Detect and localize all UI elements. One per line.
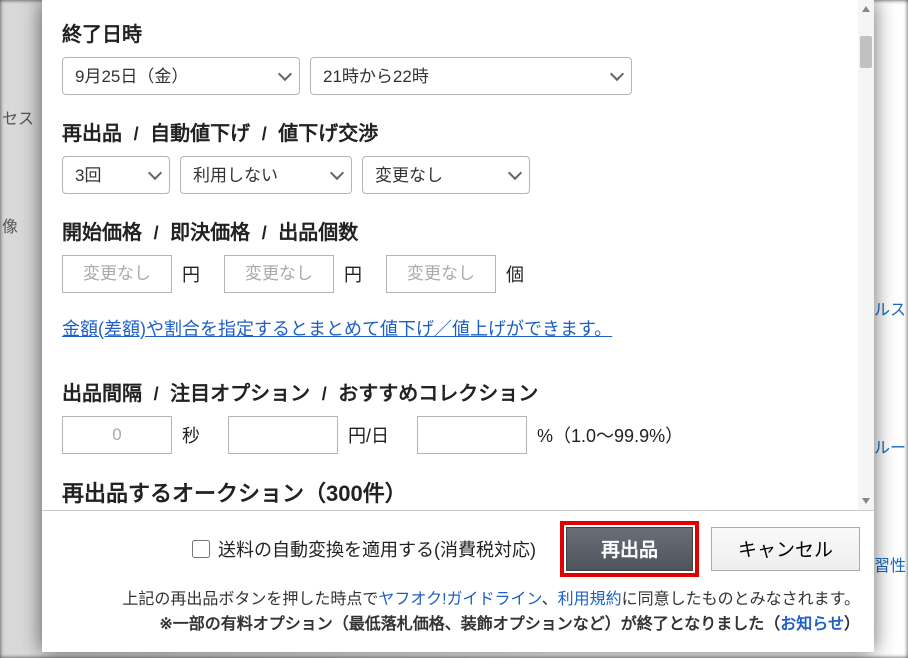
scrollbar[interactable] (858, 0, 874, 510)
price-row-label: 開始価格 / 即決価格 / 出品個数 (62, 216, 838, 245)
unit-pct: %（1.0～99.9%） (537, 422, 683, 448)
recommend-collection-input[interactable] (417, 416, 527, 454)
bg-text: セス (2, 105, 34, 129)
buy-price-input[interactable] (224, 255, 334, 293)
scroll-down-icon[interactable] (862, 498, 870, 506)
relist-count-select[interactable]: 3回 (62, 156, 170, 194)
unit-yen: 円 (182, 261, 200, 287)
bg-link: ルー (874, 434, 906, 458)
bg-text: 像 (2, 213, 18, 237)
auto-shipping-checkbox-label[interactable]: 送料の自動変換を適用する(消費税対応) (192, 536, 536, 562)
relist-button[interactable]: 再出品 (566, 527, 693, 571)
bulk-price-change-link[interactable]: 金額(差額)や割合を指定するとまとめて値下げ／値上げができます。 (62, 315, 612, 341)
unit-yen-day: 円/日 (348, 422, 389, 448)
terms-link[interactable]: 利用規約 (558, 591, 622, 608)
unit-yen: 円 (344, 261, 362, 287)
end-time-label: 終了日時 (62, 18, 838, 47)
bg-link: ルス (874, 296, 906, 320)
dialog-body: 終了日時 9月25日（金） 21時から22時 再出品 / 自動値下げ / 値下げ… (42, 0, 874, 510)
auction-count-title: 再出品するオークション（300件） (62, 476, 838, 508)
scroll-up-icon[interactable] (862, 4, 870, 12)
dialog-footer: 送料の自動変換を適用する(消費税対応) 再出品 キャンセル 上記の再出品ボタンを… (42, 510, 874, 652)
cancel-button[interactable]: キャンセル (711, 527, 860, 571)
bg-link: 習性 (874, 552, 906, 576)
guideline-link[interactable]: ヤフオク!ガイドライン (378, 591, 541, 608)
negotiation-select[interactable]: 変更なし (362, 156, 530, 194)
featured-option-input[interactable] (228, 416, 338, 454)
relist-row-label: 再出品 / 自動値下げ / 値下げ交渉 (62, 117, 838, 146)
unit-item: 個 (506, 261, 524, 287)
interval-input[interactable] (62, 416, 172, 454)
relist-button-highlight: 再出品 (560, 521, 699, 577)
footer-disclaimer: 上記の再出品ボタンを押した時点でヤフオク!ガイドライン、利用規約に同意したものと… (56, 587, 860, 638)
quantity-input[interactable] (386, 255, 496, 293)
auto-shipping-text: 送料の自動変換を適用する(消費税対応) (218, 536, 536, 562)
interval-row-label: 出品間隔 / 注目オプション / おすすめコレクション (62, 377, 838, 406)
auto-shipping-checkbox[interactable] (192, 540, 210, 558)
relist-dialog: 終了日時 9月25日（金） 21時から22時 再出品 / 自動値下げ / 値下げ… (42, 0, 874, 652)
end-hours-select[interactable]: 21時から22時 (310, 57, 632, 95)
auto-discount-select[interactable]: 利用しない (180, 156, 352, 194)
notice-link[interactable]: お知らせ (780, 616, 844, 633)
start-price-input[interactable] (62, 255, 172, 293)
scrollbar-thumb[interactable] (860, 36, 872, 68)
unit-sec: 秒 (182, 422, 200, 448)
end-date-select[interactable]: 9月25日（金） (62, 57, 300, 95)
